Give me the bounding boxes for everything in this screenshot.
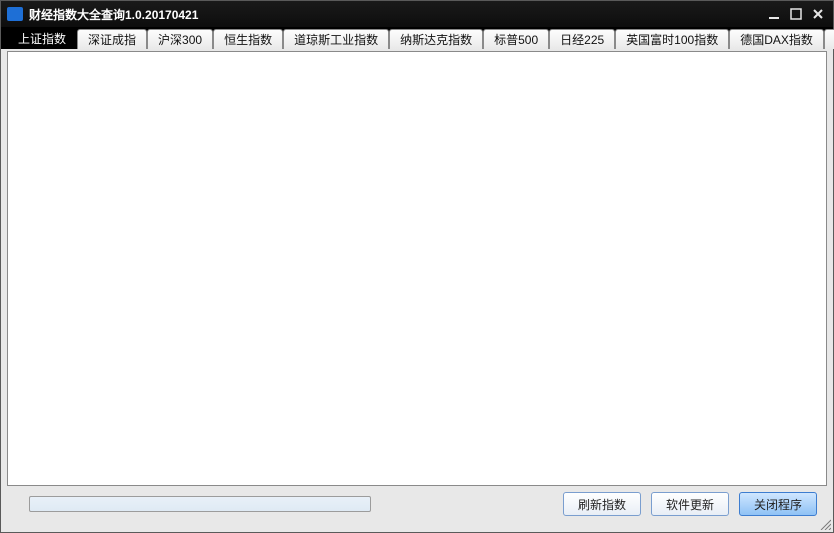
tabstrip: 上证指数 深证成指 沪深300 恒生指数 道琼斯工业指数 纳斯达克指数 标普50… xyxy=(1,27,833,49)
button-label: 刷新指数 xyxy=(578,496,626,513)
tab-label: 纳斯达克指数 xyxy=(400,34,472,46)
tab-about[interactable]: 关于 xyxy=(824,29,834,49)
tab-dow-jones[interactable]: 道琼斯工业指数 xyxy=(283,29,389,49)
tab-label: 深证成指 xyxy=(88,34,136,46)
bottombar: 刷新指数 软件更新 关闭程序 xyxy=(7,490,827,518)
tab-nikkei-225[interactable]: 日经225 xyxy=(549,29,615,49)
maximize-button[interactable] xyxy=(785,5,807,23)
tab-label: 日经225 xyxy=(560,34,604,46)
tab-label: 标普500 xyxy=(494,34,538,46)
tab-dax[interactable]: 德国DAX指数 xyxy=(729,29,824,49)
tab-nasdaq[interactable]: 纳斯达克指数 xyxy=(389,29,483,49)
tab-label: 上证指数 xyxy=(18,33,66,45)
tab-label: 德国DAX指数 xyxy=(740,34,813,46)
tab-ftse-100[interactable]: 英国富时100指数 xyxy=(615,29,729,49)
refresh-index-button[interactable]: 刷新指数 xyxy=(563,492,641,516)
software-update-button[interactable]: 软件更新 xyxy=(651,492,729,516)
titlebar: 财经指数大全查询1.0.20170421 xyxy=(1,1,833,27)
tab-label: 沪深300 xyxy=(158,34,202,46)
tab-shanghai-composite[interactable]: 上证指数 xyxy=(7,27,77,49)
tab-hang-seng[interactable]: 恒生指数 xyxy=(213,29,283,49)
close-button[interactable] xyxy=(807,5,829,23)
tab-sp500[interactable]: 标普500 xyxy=(483,29,549,49)
tab-csi-300[interactable]: 沪深300 xyxy=(147,29,213,49)
tab-label: 英国富时100指数 xyxy=(626,34,718,46)
content-area xyxy=(7,51,827,486)
close-program-button[interactable]: 关闭程序 xyxy=(739,492,817,516)
tab-shenzhen-component[interactable]: 深证成指 xyxy=(77,29,147,49)
button-label: 软件更新 xyxy=(666,496,714,513)
tab-label: 恒生指数 xyxy=(224,34,272,46)
app-window: 财经指数大全查询1.0.20170421 上证指数 深证成指 沪深300 恒生指… xyxy=(0,0,834,533)
resize-grip-icon[interactable] xyxy=(819,518,831,530)
tabs-container: 上证指数 深证成指 沪深300 恒生指数 道琼斯工业指数 纳斯达克指数 标普50… xyxy=(1,27,834,49)
minimize-button[interactable] xyxy=(763,5,785,23)
window-title: 财经指数大全查询1.0.20170421 xyxy=(29,6,198,23)
tab-label: 道琼斯工业指数 xyxy=(294,34,378,46)
button-label: 关闭程序 xyxy=(754,496,802,513)
app-icon xyxy=(7,7,23,21)
progress-bar xyxy=(29,496,371,512)
